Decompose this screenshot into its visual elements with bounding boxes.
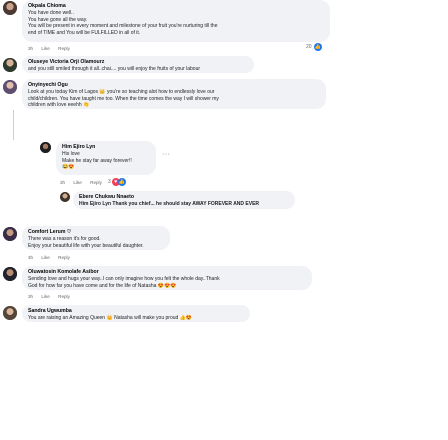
like-button[interactable]: Like — [41, 255, 49, 260]
comment-actions: 3h Like Reply — [28, 46, 77, 51]
avatar-photo — [3, 267, 17, 281]
comment-time: 3h — [60, 180, 66, 185]
comment-time: 3h — [28, 46, 34, 51]
like-button[interactable]: Like — [41, 46, 49, 51]
comment-line: You have gone all the way. — [28, 16, 88, 23]
comment-author[interactable]: Him Ejiro Lyn — [62, 144, 150, 151]
comment-line: His love — [62, 151, 80, 157]
comment-time: 3h — [28, 255, 34, 260]
comment-line: Look at you today Kim of Lagos 👑 you're … — [28, 89, 215, 95]
comment-actions: 3h Like Reply — [28, 294, 77, 299]
avatar-photo — [40, 142, 51, 153]
avatar-photo — [3, 306, 17, 320]
comment-author[interactable]: Oluwatosin Komolafe Asibor — [28, 269, 306, 276]
comment-line: God for how far you have come and for th… — [28, 282, 177, 289]
comment-bubble: Him Ejiro Lyn His love Make he stay far … — [56, 141, 156, 175]
comment-bubble: Oluwatosin Komolafe Asibor Sending love … — [22, 266, 312, 290]
reply-button[interactable]: Reply — [58, 294, 70, 299]
reaction-count: 3 — [108, 178, 111, 185]
comment-line: There was a reason it's for good. — [28, 236, 101, 242]
comment-author[interactable]: Comfort Lerum ♡ — [28, 229, 164, 236]
avatar[interactable] — [60, 192, 70, 202]
comment-line: 😂😍 — [62, 164, 75, 171]
comment-author[interactable]: Onyinyechi Ogu — [28, 82, 320, 89]
avatar-photo — [3, 58, 17, 72]
like-button[interactable]: Like — [41, 294, 49, 299]
reply-button[interactable]: Reply — [90, 180, 102, 185]
comment-line: Make he stay far away forever!! — [62, 157, 132, 164]
reaction-count: 20 — [306, 43, 312, 50]
reply-button[interactable]: Reply — [58, 46, 70, 51]
thread-connector — [13, 110, 14, 140]
avatar[interactable] — [3, 227, 17, 241]
avatar[interactable] — [3, 58, 17, 72]
avatar[interactable] — [40, 142, 51, 153]
comment-line: You have done well.. — [28, 10, 74, 16]
comment-line: You will be present in every moment and … — [28, 23, 218, 30]
comment-line: children with love eeehh 👏 — [28, 102, 90, 109]
comment-line: and you still smiled through it all..cha… — [28, 66, 201, 72]
like-reaction-icon: 👍 — [117, 177, 126, 186]
comment-author[interactable]: Ebere Chukwu Nnaeto — [79, 194, 289, 201]
comment-bubble: Sandra Ugwumba You are raising an Amazin… — [22, 305, 250, 322]
avatar-photo — [60, 192, 70, 202]
comment-author[interactable]: Okpala Chioma — [28, 3, 324, 10]
comment-actions: 3h Like Reply — [28, 255, 77, 260]
comment-bubble: Okpala Chioma You have done well.. You h… — [22, 0, 330, 42]
avatar[interactable] — [3, 80, 17, 94]
avatar[interactable] — [3, 267, 17, 281]
comment-line: end of TIME and You will be FULFILLED in… — [28, 29, 141, 36]
comment-line: You are raising an Amazing Queen 👑 Natas… — [28, 315, 193, 321]
comment-line: Sending love and hugs your way..I can on… — [28, 276, 220, 282]
reaction-summary[interactable]: 20 👍 — [306, 42, 322, 51]
comment-actions: 3h Like Reply — [60, 180, 109, 185]
avatar-photo — [3, 227, 17, 241]
comment-line: Enjoy your beautiful life with your beau… — [28, 242, 144, 249]
comment-bubble: Comfort Lerum ♡ There was a reason it's … — [22, 226, 170, 250]
reaction-summary[interactable]: 3 ♥ 👍 — [108, 177, 126, 186]
like-reaction-icon: 👍 — [313, 42, 322, 51]
comment-bubble: Ebere Chukwu Nnaeto Him Ejiro Lyn Thank … — [73, 191, 295, 209]
comment-author[interactable]: Sandra Ugwumba — [28, 308, 244, 315]
avatar[interactable] — [3, 1, 17, 15]
avatar-photo — [3, 1, 17, 15]
like-button[interactable]: Like — [73, 180, 81, 185]
comment-bubble: Onyinyechi Ogu Look at you today Kim of … — [22, 79, 326, 109]
comment-time: 3h — [28, 294, 34, 299]
more-options-icon[interactable]: ··· — [162, 151, 171, 158]
comment-author[interactable]: Oluseye Victoria Orji Olamourz — [28, 59, 248, 66]
avatar-photo — [3, 80, 17, 94]
comment-line: Him Ejiro Lyn Thank you chief... he shou… — [79, 201, 260, 207]
avatar[interactable] — [3, 306, 17, 320]
comment-bubble: Oluseye Victoria Orji Olamourz and you s… — [22, 56, 254, 73]
reply-button[interactable]: Reply — [58, 255, 70, 260]
